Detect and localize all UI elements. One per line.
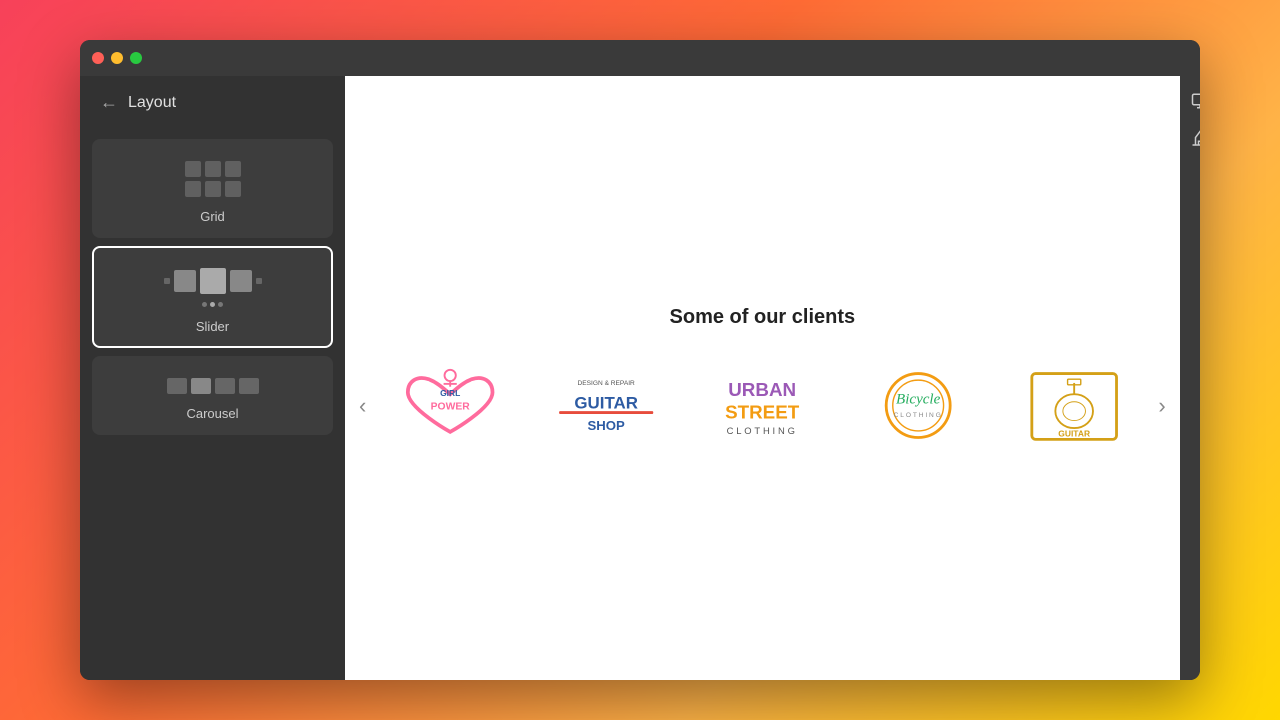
clients-logos: GIRL POWER DESIGN & REPAIR GUIT xyxy=(380,361,1144,451)
sidebar-items: Grid xyxy=(80,129,345,445)
slider-icon xyxy=(164,268,262,307)
sidebar-header: ← Layout xyxy=(80,76,345,129)
logo-urban-street: URBAN STREET CLOTHING xyxy=(692,361,832,451)
svg-text:POWER: POWER xyxy=(431,401,471,412)
carousel-icon xyxy=(167,378,259,394)
logo-bicycle: Bicycle CLOTHING xyxy=(848,361,988,451)
svg-text:CLOTHING: CLOTHING xyxy=(894,411,943,418)
svg-text:Bicycle: Bicycle xyxy=(896,391,941,407)
svg-text:STREET: STREET xyxy=(725,401,800,422)
traffic-light-yellow[interactable] xyxy=(111,52,123,64)
svg-text:URBAN: URBAN xyxy=(728,379,796,400)
sidebar: ← Layout Grid xyxy=(80,76,345,680)
svg-text:GUITAR: GUITAR xyxy=(575,393,639,412)
logo-guitar-box: GUITAR xyxy=(1004,361,1144,451)
layout-card-slider[interactable]: Slider xyxy=(92,246,333,348)
carousel-prev-button[interactable]: ‹ xyxy=(345,383,380,429)
svg-text:GUITAR: GUITAR xyxy=(1058,428,1090,438)
monitor-icon[interactable] xyxy=(1183,84,1200,118)
svg-text:CLOTHING: CLOTHING xyxy=(727,424,798,435)
carousel-next-button[interactable]: › xyxy=(1144,383,1179,429)
layout-card-grid[interactable]: Grid xyxy=(92,139,333,238)
browser-window: ← Layout Grid xyxy=(80,40,1200,680)
right-toolbar xyxy=(1180,76,1200,680)
svg-text:GIRL: GIRL xyxy=(440,388,460,398)
paint-icon[interactable] xyxy=(1183,122,1200,156)
traffic-light-red[interactable] xyxy=(92,52,104,64)
carousel-label: Carousel xyxy=(186,406,238,421)
main-content: Some of our clients ‹ GIRL POWER xyxy=(345,76,1180,680)
logo-girl-power: GIRL POWER xyxy=(380,361,520,451)
logo-guitar-shop: DESIGN & REPAIR GUITAR SHOP xyxy=(536,361,676,451)
svg-text:SHOP: SHOP xyxy=(588,417,626,432)
grid-label: Grid xyxy=(200,209,225,224)
slider-label: Slider xyxy=(196,319,229,334)
clients-title: Some of our clients xyxy=(670,306,856,329)
back-button[interactable]: ← xyxy=(100,92,118,113)
traffic-light-green[interactable] xyxy=(130,52,142,64)
browser-titlebar xyxy=(80,40,1200,76)
sidebar-title: Layout xyxy=(128,94,176,112)
browser-body: ← Layout Grid xyxy=(80,76,1200,680)
clients-section: Some of our clients ‹ GIRL POWER xyxy=(345,306,1180,451)
grid-icon xyxy=(185,161,241,197)
layout-card-carousel[interactable]: Carousel xyxy=(92,356,333,435)
clients-carousel: ‹ GIRL POWER xyxy=(345,361,1180,451)
svg-text:DESIGN & REPAIR: DESIGN & REPAIR xyxy=(578,379,636,386)
